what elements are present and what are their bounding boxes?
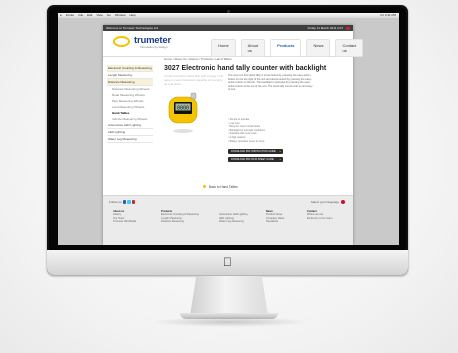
- tally-display-value: 0000: [177, 106, 189, 112]
- sidebar-item[interactable]: Water Leg Measuring: [107, 136, 153, 143]
- apple-menu-icon[interactable]: ●: [60, 13, 62, 18]
- download-datasheet-label: DOWNLOAD PDF DATA SHEET GUIDE: [231, 158, 274, 161]
- sidebar-item[interactable]: Length Measuring: [107, 72, 153, 79]
- menu-item[interactable]: Help: [129, 13, 135, 18]
- site-footer: Follow us Select your language About us …: [103, 195, 353, 245]
- chevron-right-icon: ▸: [279, 150, 281, 153]
- sidebar: Electronic Counting & Measuring Length M…: [107, 65, 153, 143]
- nav-about[interactable]: About us: [240, 39, 266, 57]
- language-label: Select your language: [310, 200, 339, 204]
- hand-tally-image: 0000: [168, 92, 198, 133]
- footer-column-products-2: Automotive LED Lighting LED Lighting Wat…: [219, 210, 248, 224]
- logo-ring-icon[interactable]: [113, 36, 130, 47]
- menu-item[interactable]: Window: [115, 13, 126, 18]
- chevron-right-icon: ▸: [279, 158, 281, 161]
- menu-item[interactable]: View: [96, 13, 102, 18]
- apple-logo-icon: : [47, 255, 408, 269]
- footer-link[interactable]: Email one of our team: [307, 217, 332, 220]
- footer-column-about: About us History Our Team Trumeter World…: [113, 210, 136, 224]
- flag-icon[interactable]: [341, 200, 345, 204]
- product-subtitle: A high-resolution hand tally with a larg…: [164, 74, 224, 86]
- imac-chin: : [47, 250, 408, 275]
- product-title: 3027 Electronic hand tally counter with …: [164, 65, 327, 72]
- footer-column-news: News Product News Company News Newslette…: [266, 210, 284, 224]
- sidebar-item[interactable]: Electronic Counting & Measuring: [107, 65, 153, 72]
- menu-item[interactable]: Edit: [87, 13, 92, 18]
- nav-news[interactable]: News: [306, 39, 331, 57]
- nav-contact[interactable]: Contact us: [335, 39, 364, 57]
- menu-item[interactable]: File: [78, 13, 83, 18]
- site-header: trumeter Innovation by design Home About…: [103, 31, 364, 57]
- youtube-icon[interactable]: [131, 200, 136, 204]
- imac-stand: [190, 276, 268, 316]
- sidebar-item[interactable]: Distance Measuring: [107, 79, 153, 86]
- download-instructions-label: DOWNLOAD PDF INSTRUCTION GUIDE: [231, 150, 276, 153]
- footer-link[interactable]: Water Leg Measuring: [219, 220, 248, 223]
- feature-list: Simple to operate Low cost Beep for coun…: [228, 118, 308, 143]
- breadcrumb[interactable]: Home / About Us / History / Products / H…: [164, 57, 232, 61]
- back-link-label: Back to Hand Tallies: [208, 185, 238, 189]
- product-description: The count on this Hand Tally is incremen…: [228, 74, 313, 92]
- follow-label: Follow us: [109, 200, 122, 204]
- follow-us: Follow us: [109, 200, 136, 204]
- menu-item[interactable]: Go: [107, 13, 111, 18]
- footer-link[interactable]: Trumeter Worldwide: [113, 220, 136, 223]
- back-link[interactable]: Back to Hand Tallies: [203, 185, 238, 189]
- footer-column-products: Products Electronic Counting & Measuring…: [161, 210, 199, 224]
- download-instructions-button[interactable]: DOWNLOAD PDF INSTRUCTION GUIDE ▸: [228, 149, 283, 154]
- logo-tagline: Innovation by design: [140, 45, 168, 49]
- footer-link[interactable]: Distance Measuring: [161, 220, 199, 223]
- screen: ● Finder File Edit View Go Window Help F…: [58, 13, 399, 245]
- language-selector[interactable]: Select your language: [311, 200, 345, 204]
- main-nav: Home About us Products News Contact us: [211, 39, 364, 57]
- sidebar-item[interactable]: LED Lighting: [107, 129, 153, 136]
- flag-icon[interactable]: [346, 26, 350, 30]
- menubar-clock[interactable]: Fri 3:31 PM: [380, 13, 399, 18]
- menu-bar: ● Finder File Edit View Go Window Help F…: [58, 13, 399, 18]
- download-datasheet-button[interactable]: DOWNLOAD PDF DATA SHEET GUIDE ▸: [228, 157, 283, 162]
- footer-link[interactable]: Newsletter: [266, 220, 284, 223]
- menu-item[interactable]: Finder: [66, 13, 75, 18]
- nav-products[interactable]: Products: [270, 39, 302, 57]
- sidebar-item[interactable]: Automotive LED Lighting: [107, 122, 153, 129]
- twitter-icon[interactable]: [127, 200, 131, 204]
- back-arrow-icon: [203, 185, 206, 188]
- nav-home[interactable]: Home: [211, 39, 236, 57]
- browser-page: Welcome to Trumeter Technologies Ltd Fri…: [103, 25, 364, 245]
- stand-shadow: [150, 317, 310, 327]
- feature-item: Battery operated (reset to zero): [228, 140, 308, 144]
- facebook-icon[interactable]: [122, 200, 127, 204]
- footer-column-contact: Contact Where we are Email one of our te…: [307, 210, 332, 220]
